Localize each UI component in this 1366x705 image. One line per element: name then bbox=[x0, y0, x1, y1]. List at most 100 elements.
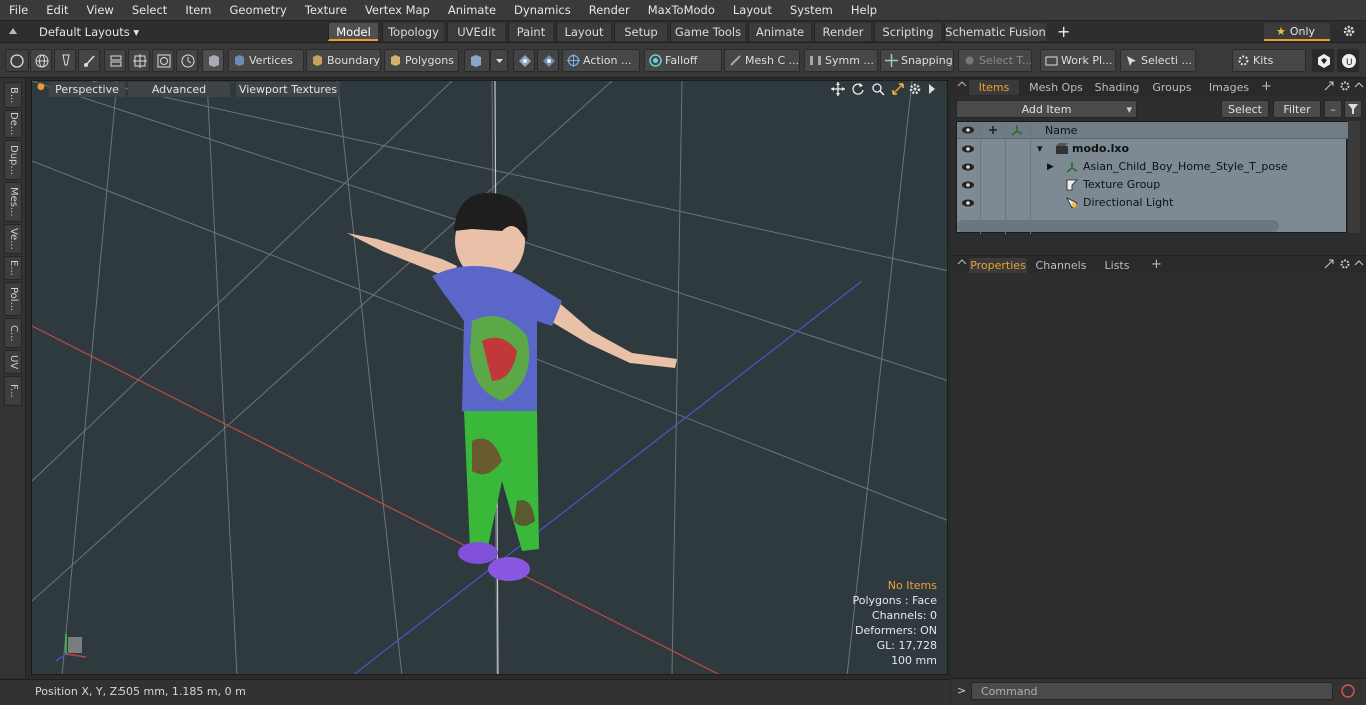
items-horizontal-scrollbar[interactable] bbox=[957, 220, 1279, 232]
snapping-button[interactable]: Snapping bbox=[880, 49, 954, 72]
center-tool-button[interactable] bbox=[128, 49, 150, 72]
tab-uvedit[interactable]: UVEdit bbox=[447, 23, 505, 41]
panel-menu-icon[interactable] bbox=[957, 81, 967, 94]
left-tab-8[interactable]: UV bbox=[4, 350, 22, 374]
boundary-button[interactable]: Boundary bbox=[306, 49, 381, 72]
add-panel-tab-icon[interactable]: + bbox=[1261, 79, 1272, 94]
collapse-arrow-icon[interactable]: ▶ bbox=[1047, 158, 1054, 176]
menu-vertex-map[interactable]: Vertex Map bbox=[356, 0, 439, 21]
viewport-settings-icon[interactable] bbox=[908, 82, 922, 99]
symmetry-button[interactable]: Symm ... bbox=[804, 49, 878, 72]
layout-arrow-icon[interactable] bbox=[6, 24, 20, 41]
panel-tab-shading[interactable]: Shading bbox=[1091, 80, 1143, 95]
clock-tool-button[interactable] bbox=[176, 49, 198, 72]
symmetry-y-button[interactable] bbox=[537, 49, 559, 72]
add-item-button[interactable]: Add Item ▾ bbox=[956, 100, 1137, 118]
properties-gear-icon[interactable] bbox=[1339, 258, 1351, 273]
vertices-button[interactable]: Vertices bbox=[228, 49, 304, 72]
globe-button[interactable] bbox=[30, 49, 52, 72]
3d-viewport[interactable]: ● Perspective Advanced Viewport Textures… bbox=[31, 80, 948, 675]
left-tab-4[interactable]: Ve... bbox=[4, 224, 22, 254]
expand-arrow-icon[interactable]: ▾ bbox=[1037, 140, 1043, 158]
select-through-button[interactable]: Select T... bbox=[958, 49, 1032, 72]
tab-model[interactable]: Model bbox=[328, 23, 378, 41]
panel-gear-icon[interactable] bbox=[1339, 80, 1351, 95]
tab-render[interactable]: Render bbox=[814, 23, 871, 41]
item-row-directional-light[interactable]: Directional Light bbox=[957, 194, 1348, 212]
menu-animate[interactable]: Animate bbox=[439, 0, 505, 21]
item-row-mesh[interactable]: ▶ Asian_Child_Boy_Home_Style_T_pose bbox=[957, 158, 1348, 176]
command-input[interactable]: Command bbox=[971, 682, 1333, 700]
mode-dropdown-button[interactable] bbox=[490, 49, 508, 72]
panel-tab-images[interactable]: Images bbox=[1204, 80, 1254, 95]
snap-element-button[interactable] bbox=[152, 49, 174, 72]
pen-tool-button[interactable] bbox=[54, 49, 76, 72]
symmetry-x-button[interactable] bbox=[513, 49, 535, 72]
gear-icon[interactable] bbox=[1342, 24, 1356, 41]
advanced-button[interactable]: Advanced bbox=[128, 82, 230, 97]
menu-help[interactable]: Help bbox=[842, 0, 886, 21]
menu-system[interactable]: System bbox=[781, 0, 842, 21]
item-row-scene[interactable]: ▾ modo.lxo bbox=[957, 140, 1348, 158]
move-view-icon[interactable] bbox=[831, 82, 845, 99]
menu-dynamics[interactable]: Dynamics bbox=[505, 0, 580, 21]
menu-render[interactable]: Render bbox=[580, 0, 639, 21]
tab-scripting[interactable]: Scripting bbox=[874, 23, 941, 41]
falloff-button[interactable]: Falloff bbox=[644, 49, 722, 72]
left-tab-9[interactable]: F... bbox=[4, 376, 22, 406]
menu-edit[interactable]: Edit bbox=[37, 0, 77, 21]
properties-tab-lists[interactable]: Lists bbox=[1095, 258, 1139, 273]
action-center-button[interactable]: Action ... bbox=[562, 49, 640, 72]
menu-geometry[interactable]: Geometry bbox=[221, 0, 296, 21]
menu-layout[interactable]: Layout bbox=[724, 0, 781, 21]
select-mode-button[interactable] bbox=[5, 49, 29, 72]
work-plane-button[interactable]: Work Pl... bbox=[1040, 49, 1116, 72]
properties-collapse-icon[interactable] bbox=[1353, 258, 1365, 273]
left-tab-3[interactable]: Mes... bbox=[4, 182, 22, 222]
menu-file[interactable]: File bbox=[0, 0, 37, 21]
tab-paint[interactable]: Paint bbox=[508, 23, 553, 41]
brush-tool-button[interactable] bbox=[78, 49, 100, 72]
add-tab-icon[interactable]: + bbox=[1057, 22, 1070, 41]
tab-topology[interactable]: Topology bbox=[382, 23, 444, 41]
menu-texture[interactable]: Texture bbox=[296, 0, 356, 21]
panel-tab-items[interactable]: Items bbox=[969, 80, 1019, 95]
menu-maxtomodo[interactable]: MaxToModo bbox=[639, 0, 724, 21]
tab-layout[interactable]: Layout bbox=[556, 23, 611, 41]
panel-tab-groups[interactable]: Groups bbox=[1149, 80, 1195, 95]
menu-view[interactable]: View bbox=[78, 0, 123, 21]
tab-game-tools[interactable]: Game Tools bbox=[670, 23, 745, 41]
record-icon[interactable] bbox=[1340, 683, 1356, 702]
left-tab-7[interactable]: C... bbox=[4, 318, 22, 348]
items-vertical-scrollbar[interactable] bbox=[1348, 121, 1360, 233]
perspective-button[interactable]: Perspective bbox=[49, 82, 125, 97]
viewport-textures-button[interactable]: Viewport Textures bbox=[236, 82, 340, 97]
left-tab-5[interactable]: E... bbox=[4, 256, 22, 280]
eye-icon[interactable] bbox=[961, 197, 975, 215]
filter-button[interactable]: Filter bbox=[1273, 100, 1321, 118]
unity-icon[interactable] bbox=[1312, 49, 1334, 72]
viewport-expand-icon[interactable] bbox=[927, 82, 937, 99]
select-button[interactable]: Select bbox=[1221, 100, 1269, 118]
material-mode-button[interactable] bbox=[464, 49, 490, 72]
funnel-icon[interactable] bbox=[1344, 100, 1362, 118]
menu-item[interactable]: Item bbox=[176, 0, 220, 21]
panel-tab-mesh-ops[interactable]: Mesh Ops bbox=[1025, 80, 1087, 95]
left-tab-0[interactable]: B... bbox=[4, 82, 22, 108]
align-tool-button[interactable] bbox=[104, 49, 126, 72]
properties-maximize-icon[interactable] bbox=[1323, 258, 1335, 273]
menu-select[interactable]: Select bbox=[123, 0, 176, 21]
kits-button[interactable]: Kits bbox=[1232, 49, 1306, 72]
layout-dropdown[interactable]: Default Layouts ▾ bbox=[39, 25, 139, 39]
properties-menu-icon[interactable] bbox=[957, 259, 967, 272]
tab-animate[interactable]: Animate bbox=[748, 23, 811, 41]
panel-maximize-icon[interactable] bbox=[1323, 80, 1335, 95]
item-mode-button[interactable] bbox=[202, 49, 224, 72]
selection-sets-button[interactable]: Selecti ... bbox=[1120, 49, 1196, 72]
unreal-icon[interactable]: U bbox=[1337, 49, 1359, 72]
add-properties-tab-icon[interactable]: + bbox=[1151, 257, 1162, 272]
fit-view-icon[interactable] bbox=[891, 82, 905, 99]
properties-tab-properties[interactable]: Properties bbox=[969, 258, 1027, 273]
panel-collapse-icon[interactable] bbox=[1353, 80, 1365, 95]
properties-tab-channels[interactable]: Channels bbox=[1033, 258, 1089, 273]
